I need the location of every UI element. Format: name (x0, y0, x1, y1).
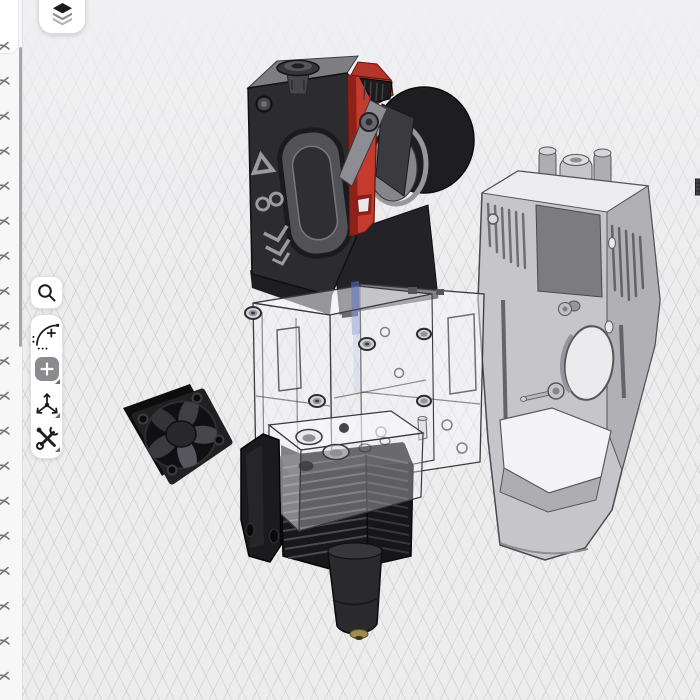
nozzle[interactable] (350, 630, 368, 641)
eye-slash-icon (0, 180, 11, 196)
submenu-indicator (55, 413, 60, 418)
transform-tool-button[interactable] (32, 387, 61, 420)
eye-slash-icon (0, 145, 11, 161)
part-shroud[interactable] (478, 147, 660, 560)
viewport-3d[interactable] (0, 0, 700, 700)
eye-slash-icon (0, 390, 11, 406)
exploded-assembly[interactable] (0, 0, 700, 700)
heater-sock[interactable] (328, 543, 382, 634)
layers-icon (49, 1, 76, 28)
part-fan-duct[interactable] (241, 434, 281, 562)
eye-slash-icon (0, 40, 11, 56)
eye-slash-icon (0, 250, 11, 266)
eye-slash-icon (0, 460, 11, 476)
item-visibility-toggle[interactable] (0, 635, 22, 651)
shroud-screw-hole (609, 238, 616, 249)
fan-hub (166, 421, 196, 447)
eye-slash-icon (0, 530, 11, 546)
add-tool-chip (35, 357, 59, 381)
submenu-indicator (55, 447, 60, 452)
sidebar-scrollbar[interactable] (19, 47, 22, 347)
shroud-right-face (607, 186, 660, 470)
part-extruder-drive[interactable] (247, 56, 474, 318)
item-visibility-toggle[interactable] (0, 600, 22, 616)
tool-palette (30, 314, 63, 459)
tools-tool-button[interactable] (32, 421, 61, 454)
eye-slash-icon (0, 600, 11, 616)
eye-slash-icon (0, 495, 11, 511)
eye-slash-icon (0, 215, 11, 231)
eye-slash-icon (0, 285, 11, 301)
eye-slash-icon (0, 425, 11, 441)
item-visibility-toggle[interactable] (0, 460, 22, 476)
lever-window (355, 194, 372, 216)
eye-slash-icon (0, 355, 11, 371)
part-axial-fan[interactable] (123, 384, 229, 481)
sketch-tool-button[interactable] (32, 319, 61, 352)
add-tool-button[interactable] (32, 353, 61, 386)
mount-window (277, 327, 301, 391)
eye-slash-icon (0, 670, 11, 686)
items-button[interactable] (38, 0, 86, 34)
eye-slash-icon (0, 75, 11, 91)
eye-slash-icon (0, 110, 11, 126)
item-visibility-toggle[interactable] (0, 530, 22, 546)
plus-icon (39, 361, 55, 377)
magnifier-icon (36, 282, 57, 303)
wing-slot (448, 314, 476, 394)
eye-slash-icon (0, 635, 11, 651)
submenu-indicator (55, 379, 60, 384)
item-visibility-toggle[interactable] (0, 355, 22, 371)
arc-plus-icon (32, 320, 61, 350)
body-screw (261, 101, 267, 107)
clipped-part-right-edge[interactable] (695, 179, 700, 195)
item-visibility-toggle[interactable] (0, 565, 22, 581)
eye-slash-icon (0, 320, 11, 336)
item-visibility-toggle[interactable] (0, 495, 22, 511)
search-tool-button[interactable] (30, 276, 63, 309)
shroud-screw-hole (488, 214, 498, 224)
item-visibility-toggle[interactable] (0, 425, 22, 441)
eye-slash-icon (0, 565, 11, 581)
item-visibility-toggle[interactable] (0, 390, 22, 406)
shroud-recessed-panel (536, 205, 602, 297)
item-visibility-toggle[interactable] (0, 670, 22, 686)
shroud-screw-hole (605, 321, 613, 333)
